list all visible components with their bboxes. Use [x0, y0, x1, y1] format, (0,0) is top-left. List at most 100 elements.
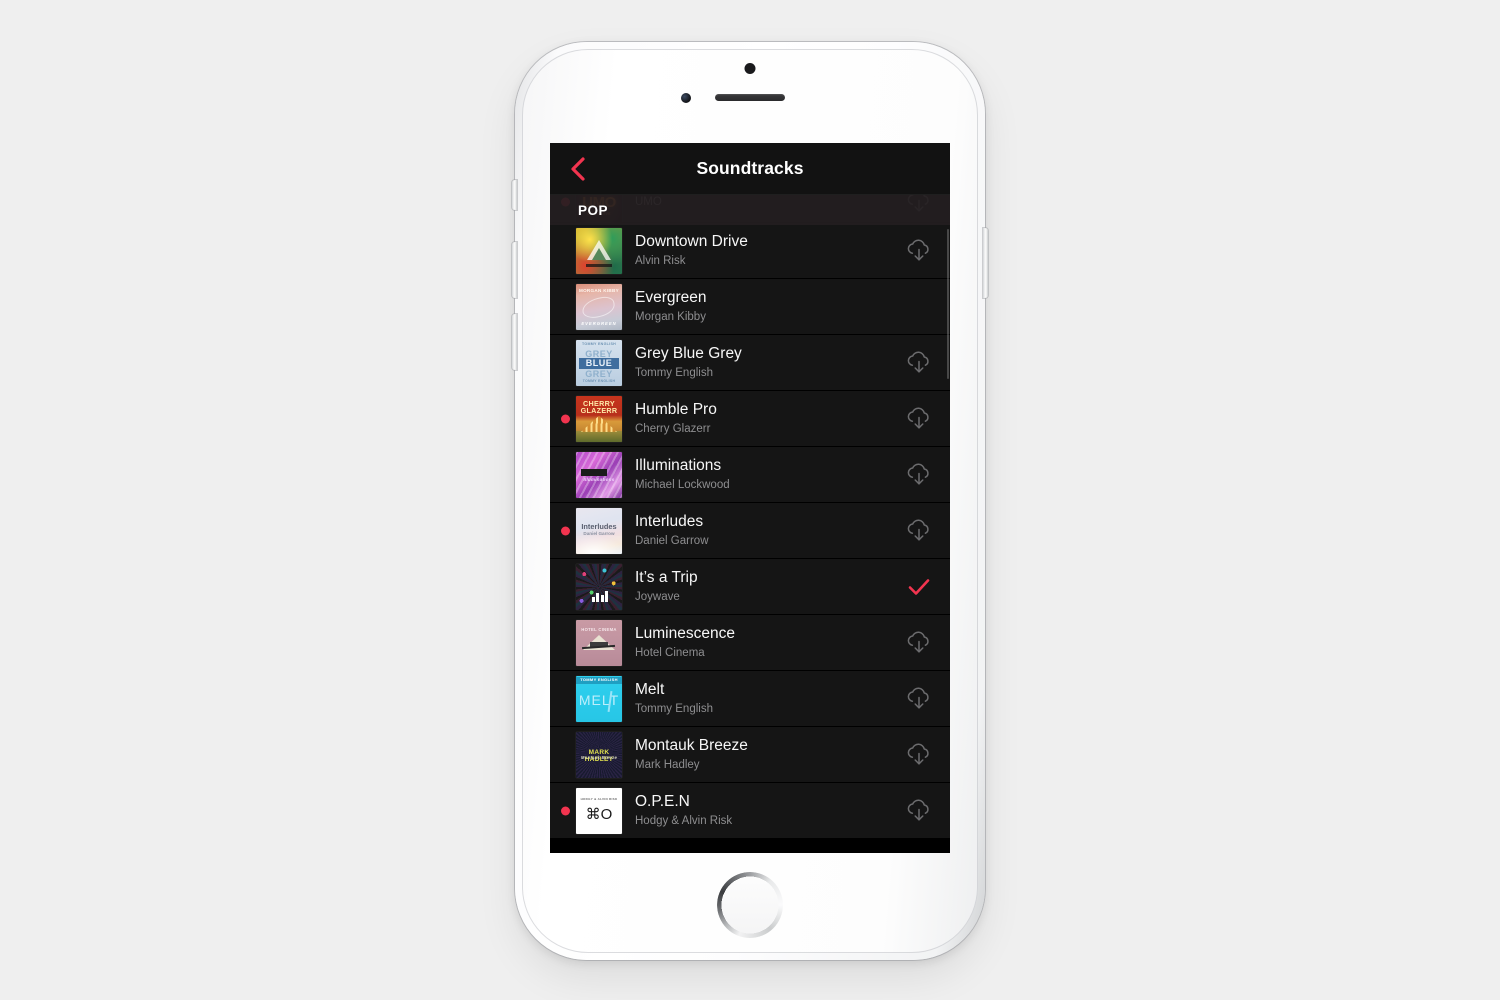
art-shape [591, 591, 609, 603]
icloud-download-icon [907, 463, 929, 485]
art-text: Cherry [583, 399, 615, 409]
download-button[interactable] [902, 682, 936, 716]
download-button[interactable] [902, 514, 936, 548]
download-button[interactable] [902, 794, 936, 828]
track-artist: Daniel Garrow [635, 534, 709, 547]
track-meta: Montauk Breeze Mark Hadley [622, 736, 902, 772]
track-artist: Mark Hadley [635, 758, 700, 771]
album-art: Cherry Glazerr [576, 395, 622, 442]
track-meta: It’s a Trip Joywave [622, 568, 902, 604]
download-button[interactable] [902, 626, 936, 660]
track-title: Illuminations [635, 457, 722, 475]
track-artist: Tommy English [635, 702, 713, 715]
track-title: Interludes [635, 513, 704, 531]
track-row[interactable]: Hotel Cinema Luminescence Hotel Cinema [550, 615, 950, 671]
downloaded-indicator[interactable] [902, 570, 936, 604]
track-meta: Melt Tommy English [622, 680, 902, 716]
art-text: Morgan Kibby [578, 288, 620, 294]
track-row[interactable]: Illuminations Illuminations Michael Lockwo… [550, 447, 950, 503]
track-title: Grey Blue Grey [635, 345, 742, 363]
volume-down-button[interactable] [512, 314, 517, 370]
track-row[interactable]: Interludes Daniel Garrow Interludes Daniel … [550, 503, 950, 559]
album-art: Hotel Cinema [576, 619, 622, 666]
new-item-dot [561, 806, 570, 815]
chevron-left-icon [571, 156, 585, 181]
download-button[interactable] [902, 402, 936, 436]
phone-screen: Soundtracks POP umomulti loveUMODowntown… [550, 143, 950, 853]
proximity-sensor-icon [744, 63, 756, 74]
art-subtext: Montauk Breeze [580, 755, 618, 761]
page-title: Soundtracks [696, 158, 804, 178]
track-title: Montauk Breeze [635, 737, 748, 755]
track-title: Melt [635, 681, 665, 699]
art-shape [592, 247, 606, 260]
home-button-ring-icon [717, 872, 783, 938]
album-art [576, 227, 622, 274]
navigation-bar: Soundtracks [550, 143, 950, 195]
track-meta: Grey Blue Grey Tommy English [622, 344, 902, 380]
track-row[interactable]: Cherry Glazerr Humble Pro Cherry Glazerr [550, 391, 950, 447]
art-shape [576, 536, 622, 554]
new-item-dot [561, 526, 570, 535]
art-shape [580, 415, 618, 433]
track-row[interactable]: Tommy English Melt Melt Tommy English [550, 671, 950, 727]
art-text: Hotel Cinema [581, 626, 617, 632]
iphone-device: Soundtracks POP umomulti loveUMODowntown… [512, 42, 988, 960]
icloud-download-icon [907, 407, 929, 429]
download-button[interactable] [902, 346, 936, 380]
download-button[interactable] [902, 458, 936, 492]
section-header-pop: POP [550, 195, 950, 225]
icloud-download-icon [907, 351, 929, 373]
art-subtext: Evergreen [581, 320, 617, 326]
art-text: Interludes [581, 522, 617, 532]
album-art: Morgan Kibby Evergreen [576, 283, 622, 330]
art-shape [580, 468, 608, 476]
volume-up-button[interactable] [512, 242, 517, 298]
track-title: Downtown Drive [635, 233, 748, 251]
track-row[interactable]: Hodgy & Alvin Risk ⌘O O.P.E.N Hodgy & Alvin… [550, 783, 950, 839]
art-shape: GREY [585, 368, 613, 379]
soundtrack-list[interactable]: POP umomulti loveUMODowntown DriveAlvin … [550, 195, 950, 853]
track-row[interactable]: Mark Hadley Montauk Breeze Montauk Breeze M… [550, 727, 950, 783]
art-subtext: ⌘O [585, 805, 613, 823]
art-subtext: Tommy English [582, 379, 616, 384]
track-title: It’s a Trip [635, 569, 698, 587]
icloud-download-icon [907, 519, 929, 541]
icloud-download-icon [907, 687, 929, 709]
art-text: Tommy English [576, 677, 622, 684]
art-shape [576, 431, 622, 442]
track-artist: Michael Lockwood [635, 478, 730, 491]
track-artist: Joywave [635, 590, 680, 603]
track-title: O.P.E.N [635, 793, 690, 811]
track-artist: Hotel Cinema [635, 646, 705, 659]
album-art: Illuminations [576, 451, 622, 498]
album-art: Mark Hadley Montauk Breeze [576, 731, 622, 778]
track-row[interactable]: Morgan Kibby Evergreen Evergreen Morgan Kib… [550, 279, 950, 335]
track-row[interactable]: Downtown Drive Alvin Risk [550, 223, 950, 279]
download-button[interactable] [902, 234, 936, 268]
track-artist: Morgan Kibby [635, 310, 706, 323]
art-subtext: Glazerr [580, 406, 618, 415]
track-meta: Luminescence Hotel Cinema [622, 624, 902, 660]
album-art: Hodgy & Alvin Risk ⌘O [576, 787, 622, 834]
front-camera-icon [681, 93, 691, 103]
album-art: Interludes Daniel Garrow [576, 507, 622, 554]
icloud-download-icon [907, 631, 929, 653]
art-text: Mark Hadley [584, 748, 614, 764]
track-meta: O.P.E.N Hodgy & Alvin Risk [622, 792, 902, 828]
track-artist: Alvin Risk [635, 254, 686, 267]
track-meta: Evergreen Morgan Kibby [622, 288, 902, 324]
list-scrollbar[interactable] [946, 229, 949, 379]
track-row[interactable]: Tommy English GREY BLUE GREY Tommy English Gr… [550, 335, 950, 391]
track-title: Humble Pro [635, 401, 717, 419]
track-row[interactable]: It’s a Trip Joywave [550, 559, 950, 615]
track-meta: Downtown Drive Alvin Risk [622, 232, 902, 268]
home-button[interactable] [717, 872, 783, 938]
power-button[interactable] [983, 228, 988, 298]
track-title: Evergreen [635, 289, 707, 307]
art-shape [580, 294, 618, 321]
section-header-label: POP [578, 202, 609, 218]
download-button[interactable] [902, 738, 936, 772]
mute-switch[interactable] [512, 180, 517, 210]
back-button[interactable] [561, 152, 595, 186]
